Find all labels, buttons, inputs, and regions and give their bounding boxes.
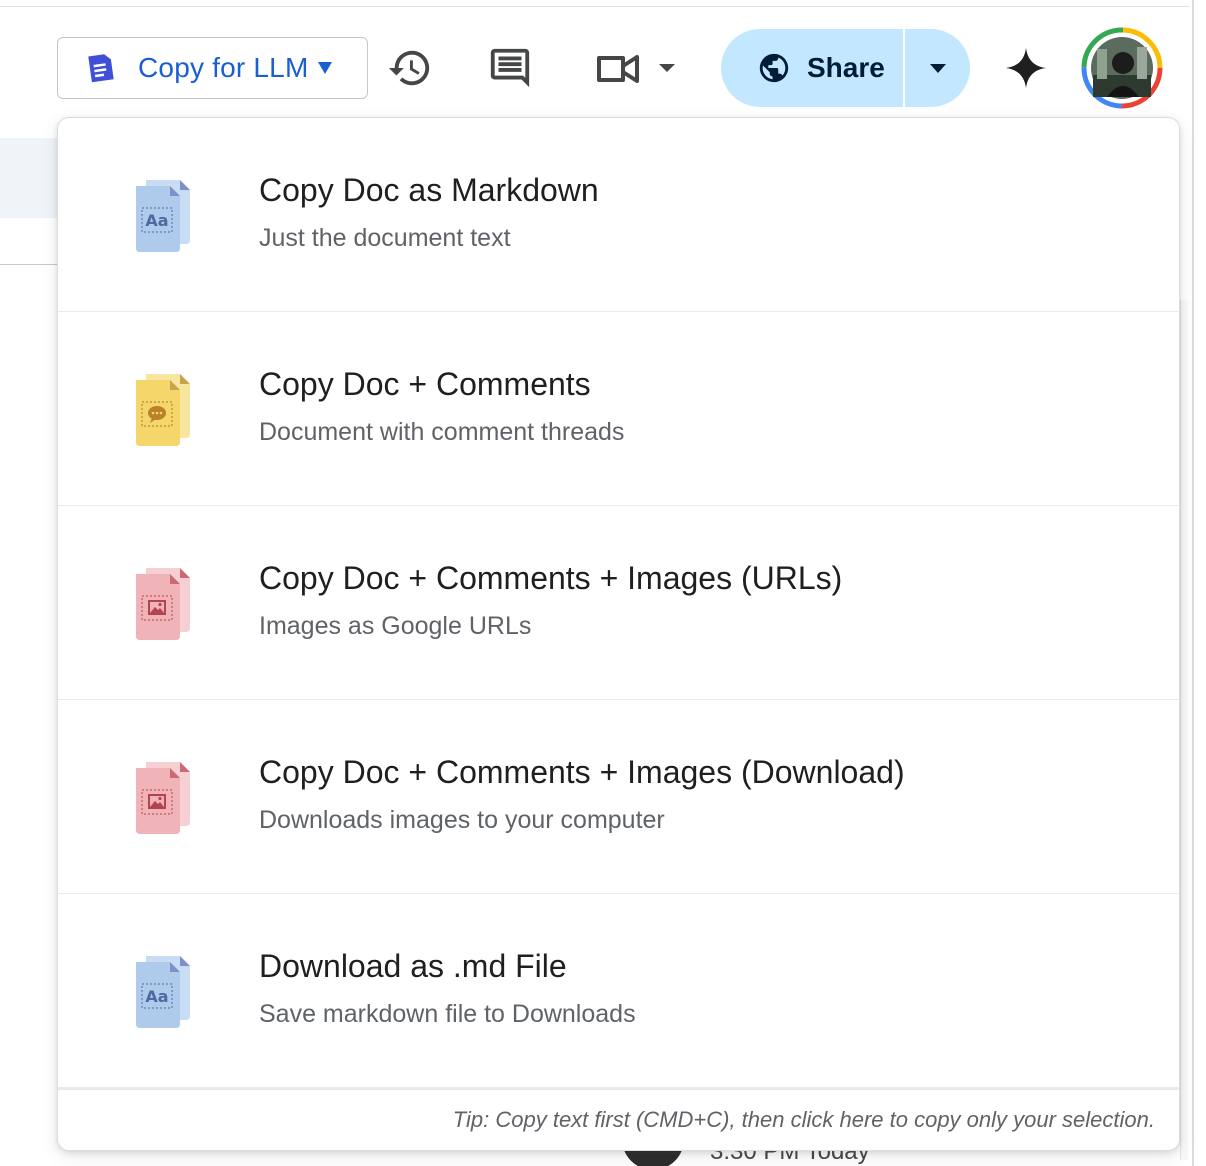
caret-down-icon xyxy=(929,63,946,73)
copy-for-llm-button[interactable]: Copy for LLM xyxy=(57,37,368,99)
menu-item-title: Copy Doc + Comments + Images (URLs) xyxy=(259,560,843,596)
top-divider xyxy=(0,6,1190,7)
menu-item-subtitle: Downloads images to your computer xyxy=(259,806,665,834)
open-comments-button[interactable] xyxy=(484,42,536,94)
chevron-down-icon xyxy=(318,62,333,74)
meet-options-dropdown[interactable] xyxy=(654,60,680,76)
menu-item-title: Copy Doc as Markdown xyxy=(259,172,599,208)
menu-item-title: Copy Doc + Comments + Images (Download) xyxy=(259,754,905,790)
menu-item-subtitle: Document with comment threads xyxy=(259,418,625,446)
account-avatar-button[interactable] xyxy=(1081,27,1163,109)
background-divider xyxy=(0,264,60,265)
menu-item-copy-markdown[interactable]: Aa Copy Doc as Markdown Just the documen… xyxy=(58,118,1179,312)
menu-item-subtitle: Images as Google URLs xyxy=(259,612,532,640)
globe-icon xyxy=(759,53,789,83)
comment-icon xyxy=(490,48,530,88)
image-doc-icon xyxy=(136,762,190,834)
menu-item-copy-comments[interactable]: Copy Doc + Comments Document with commen… xyxy=(58,312,1179,506)
background-sidebar-fragment xyxy=(0,138,60,218)
version-history-button[interactable] xyxy=(384,42,436,94)
share-split-button: Share xyxy=(721,29,970,107)
meet-button[interactable] xyxy=(592,44,646,94)
svg-text:Aa: Aa xyxy=(145,987,168,1006)
share-options-dropdown[interactable] xyxy=(905,29,970,107)
share-label: Share xyxy=(807,52,885,83)
history-icon xyxy=(388,50,430,86)
image-doc-icon xyxy=(136,568,190,640)
tip-text: Tip: Copy text first (CMD+C), then click… xyxy=(452,1107,1155,1132)
markdown-doc-icon: Aa xyxy=(136,956,190,1028)
user-avatar-icon xyxy=(1081,27,1163,109)
menu-item-title: Copy Doc + Comments xyxy=(259,366,591,402)
markdown-doc-icon: Aa xyxy=(136,180,190,252)
gemini-button[interactable] xyxy=(1004,46,1048,90)
svg-text:Aa: Aa xyxy=(145,211,168,230)
window-right-edge xyxy=(1192,0,1194,1166)
menu-item-subtitle: Save markdown file to Downloads xyxy=(259,1000,636,1028)
copy-for-llm-label: Copy for LLM xyxy=(138,52,309,83)
copy-selection-tip[interactable]: Tip: Copy text first (CMD+C), then click… xyxy=(58,1088,1179,1150)
copy-for-llm-menu: Aa Copy Doc as Markdown Just the documen… xyxy=(57,117,1180,1151)
video-camera-icon xyxy=(597,55,639,83)
menu-item-copy-images-download[interactable]: Copy Doc + Comments + Images (Download) … xyxy=(58,700,1179,894)
gemini-sparkle-icon xyxy=(1005,47,1047,89)
menu-item-subtitle: Just the document text xyxy=(259,224,511,252)
comment-doc-icon xyxy=(136,374,190,446)
share-button[interactable]: Share xyxy=(721,29,903,107)
background-comments-panel xyxy=(1180,300,1188,1160)
menu-item-download-md[interactable]: Aa Download as .md File Save markdown fi… xyxy=(58,894,1179,1088)
caret-down-icon xyxy=(659,64,675,72)
llm-doc-logo-icon xyxy=(88,54,114,83)
menu-item-title: Download as .md File xyxy=(259,948,567,984)
menu-item-copy-images-urls[interactable]: Copy Doc + Comments + Images (URLs) Imag… xyxy=(58,506,1179,700)
